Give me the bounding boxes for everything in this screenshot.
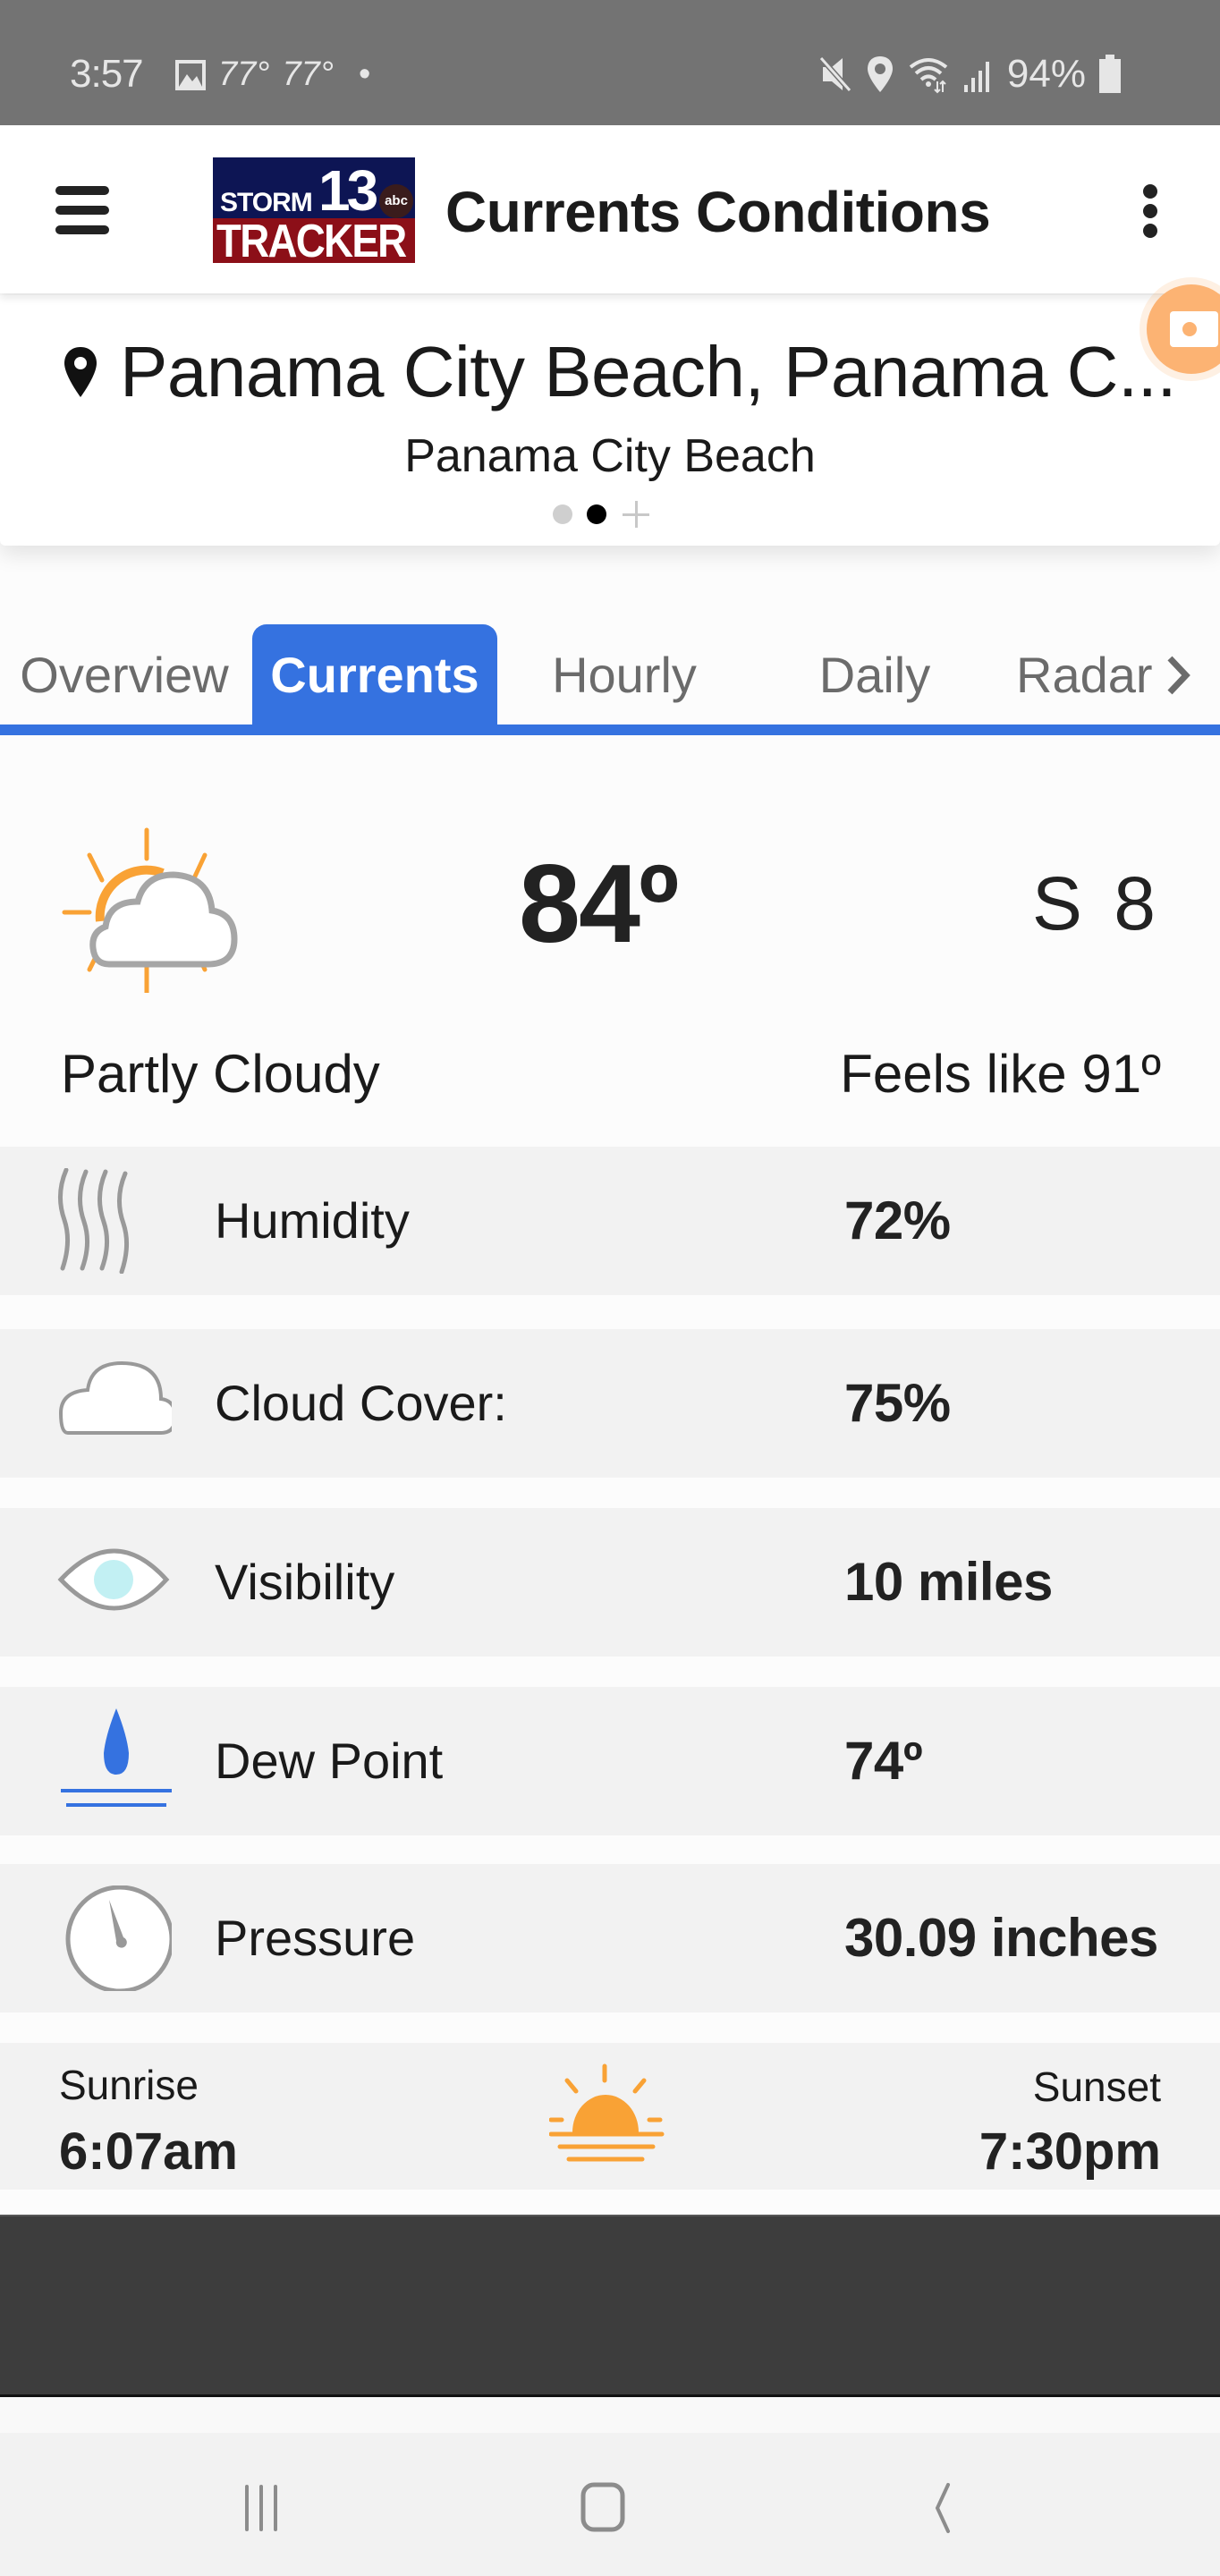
sunset-label: Sunset [1032,2063,1161,2110]
system-nav-bar [0,2433,1220,2576]
tab-daily[interactable]: Daily [778,624,971,724]
storm-tracker-logo: STORM 13 abc TRACKER [213,157,415,263]
current-temperature: 84º [519,843,679,966]
dew-point-label: Dew Point [215,1733,444,1789]
tab-overview[interactable]: Overview [0,624,249,724]
current-summary: 84º S 8 Partly Cloudy Feels like 91º [0,787,1220,1145]
weather-temp-1: 77° [218,55,270,93]
location-subtitle: Panama City Beach [404,430,816,482]
humidity-label: Humidity [215,1192,410,1249]
visibility-label: Visibility [215,1554,395,1610]
chevron-right-icon[interactable] [1163,655,1193,696]
status-bar: 3:57 77° 77° • 94% [0,0,1220,125]
detail-row-humidity: Humidity 72% [0,1147,1220,1295]
eye-icon [57,1548,170,1611]
pressure-value: 30.09 inches [844,1908,1158,1968]
humidity-value: 72% [844,1191,951,1250]
wind-speed: S 8 [1031,861,1161,945]
ad-banner[interactable] [0,2215,1220,2397]
condition-text: Partly Cloudy [61,1044,380,1104]
sunset-icon [549,2063,665,2162]
gallery-icon [175,59,206,90]
add-location-icon[interactable] [621,499,651,530]
pager-dot-active[interactable] [587,504,606,524]
detail-row-visibility: Visibility 10 miles [0,1508,1220,1657]
pager-dot[interactable] [553,504,572,524]
location-pager [553,499,651,530]
location-card[interactable]: Panama City Beach, Panama C... Panama Ci… [0,295,1220,546]
status-time: 3:57 [70,52,144,96]
sunset-time: 7:30pm [979,2123,1161,2181]
video-camera-icon [1170,311,1218,347]
cloud-icon [58,1360,172,1435]
app-bar: STORM 13 abc TRACKER Currents Conditions [0,127,1220,293]
location-pin-icon [64,347,97,397]
location-icon [867,56,893,92]
feels-like: Feels like 91º [840,1044,1161,1104]
tab-radar[interactable]: Radar [1002,624,1172,724]
gauge-icon [65,1885,172,1991]
visibility-value: 10 miles [844,1552,1053,1612]
page-title: Currents Conditions [445,180,991,244]
mute-icon [818,56,852,92]
sun-times: Sunrise 6:07am Sunset 7:30pm [0,2043,1220,2190]
location-name: Panama City Beach, Panama C... [120,332,1177,411]
sunrise-time: 6:07am [59,2123,238,2181]
battery-percent: 94% [1006,52,1086,96]
sunrise-label: Sunrise [59,2062,199,2108]
dew-point-value: 74º [844,1731,923,1791]
recent-apps-icon[interactable] [234,2478,306,2535]
tab-bar: Overview Currents Hourly Daily Radar [0,624,1220,737]
weather-temp-2: 77° [282,55,334,93]
more-options-button[interactable] [1143,184,1157,238]
tab-currents[interactable]: Currents [252,624,497,724]
battery-icon [1099,55,1121,93]
tab-underline [0,724,1220,735]
detail-row-dew-point: Dew Point 74º [0,1687,1220,1835]
dew-drop-icon [61,1708,172,1807]
partly-cloudy-icon [62,827,238,993]
tab-hourly[interactable]: Hourly [519,624,730,724]
back-icon[interactable] [914,2478,986,2535]
wifi-icon [909,58,948,94]
pressure-label: Pressure [215,1910,416,1966]
hamburger-menu-button[interactable] [55,186,109,234]
notification-dot: • [358,55,371,93]
humidity-icon [58,1168,129,1274]
detail-row-pressure: Pressure 30.09 inches [0,1864,1220,2012]
home-icon[interactable] [572,2478,644,2535]
signal-icon [963,62,989,92]
cloud-cover-label: Cloud Cover: [215,1375,507,1431]
detail-row-cloud-cover: Cloud Cover: 75% [0,1329,1220,1478]
cloud-cover-value: 75% [844,1373,951,1433]
